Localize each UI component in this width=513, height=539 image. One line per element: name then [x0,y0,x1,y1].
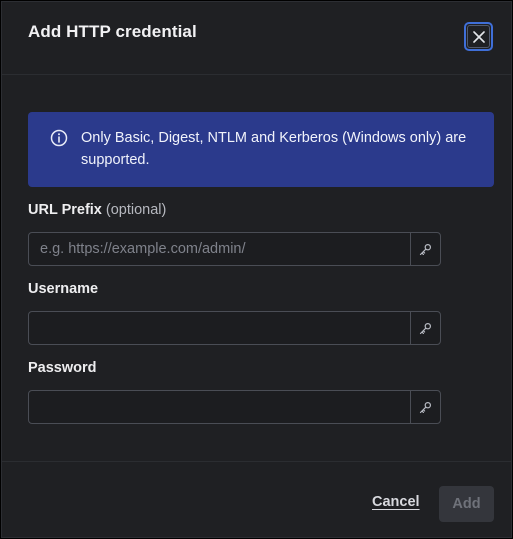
info-icon [50,129,68,147]
dialog-header: Add HTTP credential [2,2,511,75]
key-icon [419,401,432,413]
key-icon [419,243,432,255]
add-http-credential-dialog: Add HTTP credential Only Basic, Digest, … [1,1,512,538]
url-prefix-label-text: URL Prefix [28,202,102,218]
dialog-footer: Cancel Add [2,461,511,539]
url-prefix-field [28,232,441,266]
username-key-button[interactable] [410,312,440,344]
password-field [28,390,441,424]
password-input[interactable] [29,391,410,423]
dialog-title: Add HTTP credential [28,22,197,41]
url-prefix-label: URL Prefix (optional) [28,202,166,218]
add-button[interactable]: Add [439,486,494,522]
username-label: Username [28,281,99,297]
key-icon [419,322,432,334]
url-prefix-key-button[interactable] [410,233,440,265]
optional-hint: (optional) [105,202,167,218]
username-field [28,311,441,345]
username-input[interactable] [29,312,410,344]
info-notice: Only Basic, Digest, NTLM and Kerberos (W… [28,112,494,187]
password-key-button[interactable] [410,391,440,423]
cancel-button[interactable]: Cancel [372,494,420,510]
password-label: Password [28,360,97,376]
notice-text: Only Basic, Digest, NTLM and Kerberos (W… [81,130,467,168]
url-prefix-input[interactable] [29,233,410,265]
close-button[interactable] [464,22,493,51]
close-icon [472,30,485,43]
